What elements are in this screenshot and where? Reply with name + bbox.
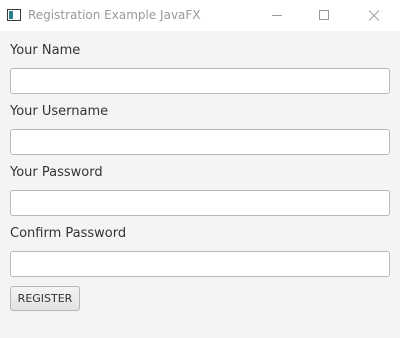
registration-form: Your Name Your Username Your Password Co… [0,31,400,338]
minimize-button[interactable] [254,0,300,31]
minimize-icon [272,15,282,16]
confirm-password-input[interactable] [10,251,390,277]
maximize-icon [319,10,329,20]
username-label: Your Username [10,104,109,119]
maximize-button[interactable] [300,0,346,31]
title-bar[interactable]: Registration Example JavaFX [0,0,400,31]
close-button[interactable] [350,0,396,31]
password-input[interactable] [10,190,390,216]
register-button[interactable]: REGISTER [10,286,80,311]
username-input[interactable] [10,129,390,155]
name-label: Your Name [10,43,81,58]
name-input[interactable] [10,68,390,94]
window-title: Registration Example JavaFX [28,8,201,22]
password-label: Your Password [10,165,103,180]
confirm-password-label: Confirm Password [10,226,127,241]
app-window: Registration Example JavaFX Your Name Yo… [0,0,400,338]
app-window-icon[interactable] [7,9,21,21]
